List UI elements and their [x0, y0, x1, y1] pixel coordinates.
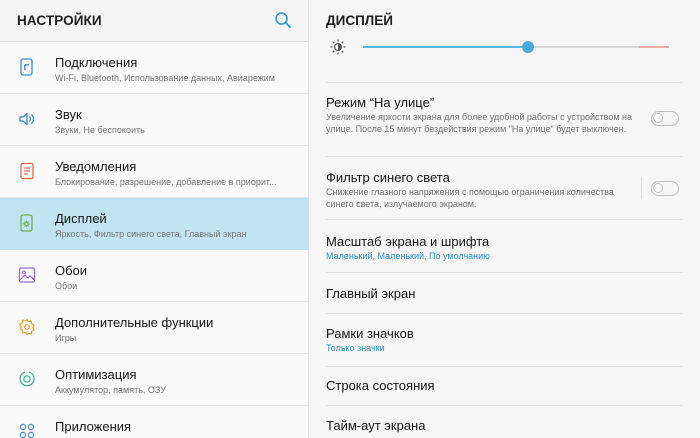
menu-item-subtitle: Блокирование, разрешение, добавление в п… — [55, 177, 277, 187]
toggle-knob — [653, 183, 663, 193]
connections-icon — [17, 57, 37, 77]
separator — [641, 177, 642, 199]
settings-window: НАСТРОЙКИ Подключения Wi-Fi, Bluetooth, … — [0, 0, 700, 438]
display-icon — [17, 213, 37, 233]
status-bar-setting[interactable]: Строка состояния — [309, 367, 700, 405]
menu-item-sound[interactable]: Звук Звуки, Не беспокоить — [0, 94, 308, 146]
toggle-knob — [653, 113, 663, 123]
menu-item-connections[interactable]: Подключения Wi-Fi, Bluetooth, Использова… — [0, 42, 308, 94]
menu-item-subtitle: Звуки, Не беспокоить — [55, 125, 145, 135]
brightness-slider[interactable] — [363, 40, 669, 54]
menu-item-apps[interactable]: Приложения — [0, 406, 308, 438]
menu-item-subtitle: Обои — [55, 281, 78, 291]
menu-item-advanced-features[interactable]: Дополнительные функции Игры — [0, 302, 308, 354]
settings-title: НАСТРОЙКИ — [17, 13, 102, 28]
screen-timeout-title: Тайм-аут экрана — [326, 418, 426, 433]
icon-frames-setting[interactable]: Рамки значков Только значки — [309, 314, 700, 366]
outdoor-mode-title: Режим “На улице” — [326, 95, 435, 110]
wallpaper-icon — [17, 265, 37, 285]
screen-zoom-title: Масштаб экрана и шрифта — [326, 234, 490, 249]
display-settings-pane: ДИСПЛЕЙ Режим “На улице” Увеличение ярко… — [309, 0, 700, 438]
home-screen-title: Главный экран — [326, 286, 416, 301]
brightness-icon — [329, 38, 347, 56]
outdoor-mode-toggle[interactable] — [651, 111, 679, 126]
icon-frames-value: Только значки — [326, 343, 385, 353]
menu-item-notifications[interactable]: Уведомления Блокирование, разрешение, до… — [0, 146, 308, 198]
sound-icon — [17, 109, 37, 129]
menu-item-title: Подключения — [55, 55, 138, 70]
menu-item-title: Дисплей — [55, 211, 107, 226]
outdoor-mode-description: Увеличение яркости экрана для более удоб… — [326, 112, 632, 134]
menu-item-wallpaper[interactable]: Обои Обои — [0, 250, 308, 302]
notifications-icon — [17, 161, 37, 181]
brightness-slider-fill — [363, 46, 528, 48]
menu-item-title: Оптимизация — [55, 367, 137, 382]
screen-zoom-setting[interactable]: Масштаб экрана и шрифта Маленький, Мален… — [309, 220, 700, 272]
search-button[interactable] — [272, 9, 294, 31]
screen-zoom-value: Маленький, Маленький, По умолчанию — [326, 251, 490, 261]
search-icon — [275, 12, 291, 28]
optimization-icon — [17, 369, 37, 389]
menu-item-title: Уведомления — [55, 159, 137, 174]
menu-item-title: Приложения — [55, 419, 132, 434]
menu-item-title: Звук — [55, 107, 82, 122]
outdoor-mode-setting[interactable]: Режим “На улице” Увеличение яркости экра… — [309, 83, 700, 156]
menu-item-subtitle: Игры — [55, 333, 77, 343]
advanced-features-icon — [17, 317, 37, 337]
menu-item-optimization[interactable]: Оптимизация Аккумулятор, память, ОЗУ — [0, 354, 308, 406]
settings-menu-pane: НАСТРОЙКИ Подключения Wi-Fi, Bluetooth, … — [0, 0, 308, 438]
brightness-slider-thumb[interactable] — [522, 41, 534, 53]
status-bar-title: Строка состояния — [326, 378, 435, 393]
brightness-slider-track — [528, 46, 639, 48]
menu-item-subtitle: Wi-Fi, Bluetooth, Использование данных, … — [55, 73, 275, 83]
menu-item-subtitle: Яркость, Фильтр синего света, Главный эк… — [55, 229, 247, 239]
menu-item-title: Обои — [55, 263, 88, 278]
menu-item-display[interactable]: Дисплей Яркость, Фильтр синего света, Гл… — [0, 198, 308, 250]
blue-light-filter-toggle[interactable] — [651, 181, 679, 196]
icon-frames-title: Рамки значков — [326, 326, 414, 341]
brightness-slider-max-zone — [639, 46, 669, 48]
page-title: ДИСПЛЕЙ — [326, 13, 393, 28]
menu-item-title: Дополнительные функции — [55, 315, 214, 330]
settings-header: НАСТРОЙКИ — [0, 0, 308, 41]
screen-timeout-setting[interactable]: Тайм-аут экрана — [309, 406, 700, 438]
blue-light-filter-setting[interactable]: Фильтр синего света Снижение глазного на… — [309, 157, 700, 219]
blue-light-filter-title: Фильтр синего света — [326, 170, 450, 185]
blue-light-filter-description: Снижение глазного напряжения с помощью о… — [326, 187, 614, 209]
apps-icon — [17, 421, 37, 438]
menu-item-subtitle: Аккумулятор, память, ОЗУ — [55, 385, 166, 395]
home-screen-setting[interactable]: Главный экран — [309, 273, 700, 313]
